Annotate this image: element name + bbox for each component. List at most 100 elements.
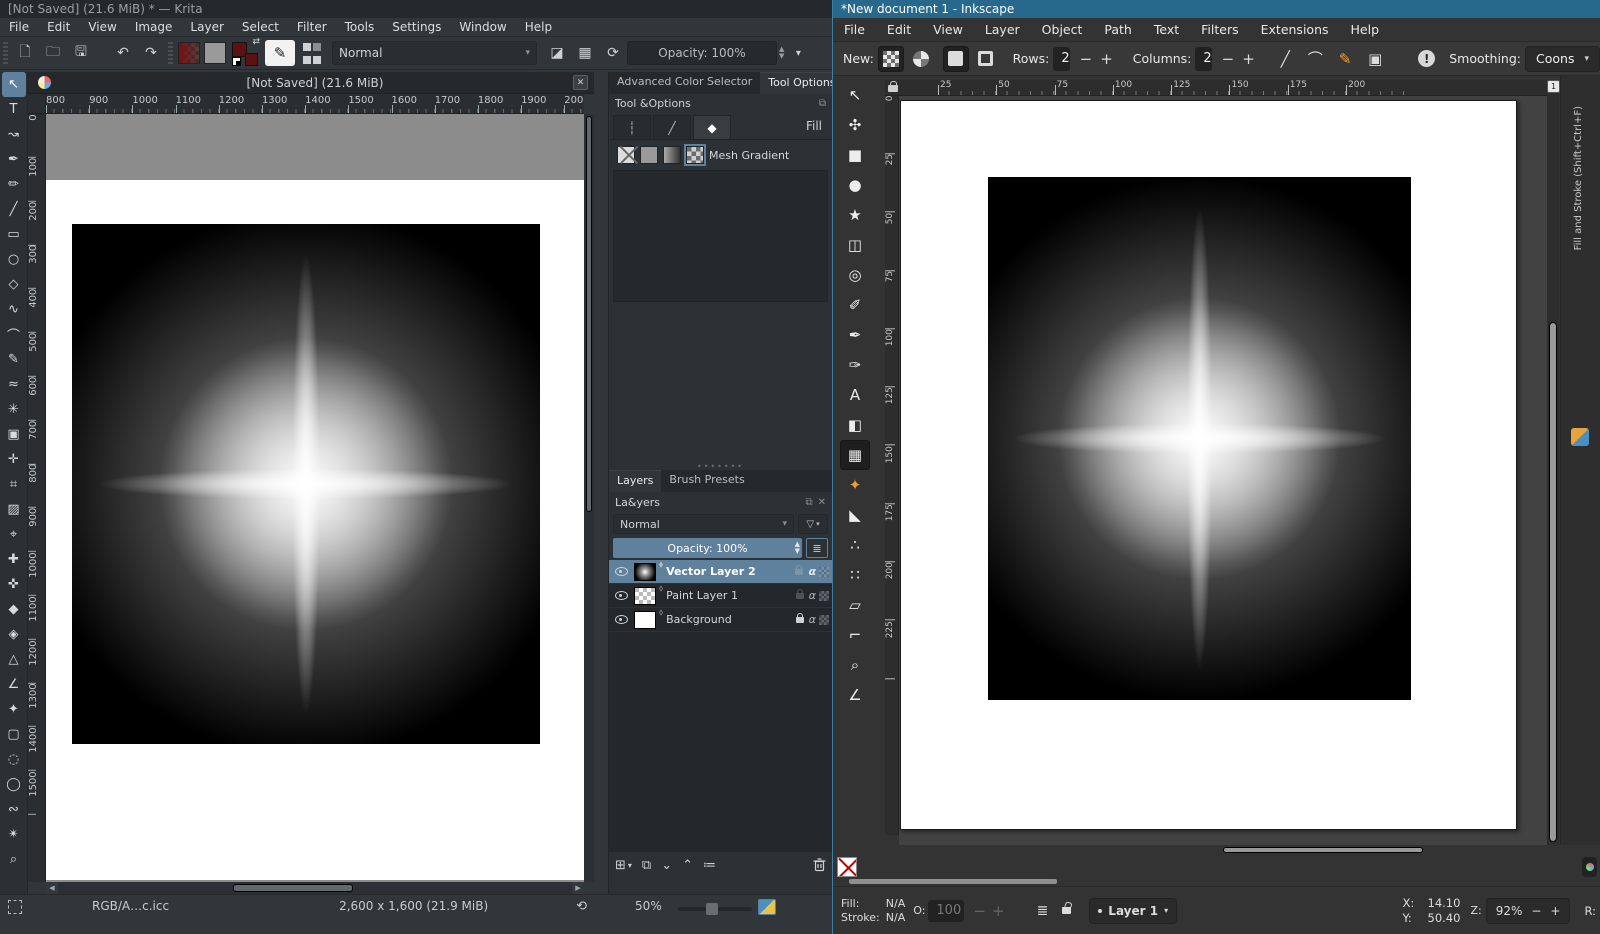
guide-lock-icon[interactable] (888, 85, 898, 92)
layer-row-vector-layer-2[interactable]: ⬧ Vector Layer 2 α (609, 560, 832, 584)
inkscape-box3d-tool[interactable]: ◫ (840, 230, 870, 260)
layer-alpha-lock-icon[interactable]: α (809, 613, 816, 626)
layer-thumbnail[interactable] (634, 563, 656, 581)
krita-zoom-tool[interactable]: ⌕ (2, 847, 26, 872)
inkscape-ellipse-tool[interactable]: ● (840, 170, 870, 200)
canvas-horizontal-scrollbar[interactable]: ◀ ▶ (46, 882, 584, 894)
fill-and-stroke-icon[interactable] (1571, 428, 1589, 446)
layer-thumbnail[interactable] (634, 587, 656, 605)
inkscape-rectangle-tool[interactable]: ■ (840, 140, 870, 170)
opacity-spinner[interactable]: ▲ ▼ (779, 46, 784, 60)
scrollbar-thumb[interactable] (233, 884, 353, 892)
smoothing-select[interactable]: Coons ▾ (1525, 46, 1600, 72)
add-layer-button[interactable]: ⊞▾ (615, 858, 632, 873)
krita-edit-shapes-tool[interactable]: ↝ (2, 122, 26, 147)
krita-measure-tool[interactable]: ∠ (2, 672, 26, 697)
brush-presets-button[interactable] (300, 41, 324, 65)
inkscape-paint-bucket-tool[interactable]: ◣ (840, 500, 870, 530)
krita-multibrush-tool[interactable]: ✳ (2, 397, 26, 422)
close-docker-icon[interactable]: ✕ (818, 497, 826, 508)
toolbar-grip[interactable] (3, 42, 8, 64)
inkscape-menu-file[interactable]: File (833, 22, 876, 37)
canvas-horizontal-scrollbar[interactable] (899, 845, 1547, 855)
layer-lock-icon[interactable] (1062, 907, 1071, 914)
inkscape-tweak-tool[interactable]: ∴ (840, 530, 870, 560)
rows-decrease-button[interactable]: − (1080, 50, 1093, 68)
make-curves-icon[interactable]: ⌒ (1302, 46, 1328, 72)
toggle-sides-icon[interactable]: ╱ (1272, 46, 1298, 72)
inherit-alpha-icon[interactable] (819, 567, 829, 577)
fit-mesh-icon[interactable]: ▣ (1362, 46, 1388, 72)
krita-menu-filter[interactable]: Filter (288, 20, 336, 34)
krita-transform-tool[interactable]: ▣ (2, 422, 26, 447)
mesh-gradient-image[interactable] (72, 224, 540, 744)
layer-visibility-eye-icon[interactable] (615, 567, 628, 576)
inkscape-pencil-tool[interactable]: ✐ (840, 290, 870, 320)
krita-text-tool[interactable]: T (2, 97, 26, 122)
tab-brush-presets[interactable]: Brush Presets (661, 470, 752, 492)
warning-icon[interactable]: ! (1418, 50, 1435, 67)
apply-to-fill-button[interactable] (943, 46, 969, 72)
krita-polygon-tool[interactable]: ◇ (2, 272, 26, 297)
mesh-gradient-type-button[interactable] (878, 46, 904, 72)
subtab-line-options-subtab[interactable]: ╱ (653, 115, 691, 139)
krita-fill-tool[interactable]: ◆ (2, 597, 26, 622)
duplicate-layer-button[interactable]: ⧉ (642, 858, 651, 873)
layer-opacity-slider[interactable]: Opacity: 100% ▲▼ (613, 538, 802, 558)
layer-name[interactable]: Paint Layer 1 (666, 589, 791, 602)
krita-similar-color-selection-tool[interactable]: ✴ (2, 822, 26, 847)
krita-bezier-curve-tool[interactable]: ⌒ (2, 322, 26, 347)
inkscape-calligraphy-tool[interactable]: ✑ (840, 350, 870, 380)
krita-crop-tool[interactable]: ⌗ (2, 472, 26, 497)
krita-reference-images-tool[interactable]: ✦ (2, 697, 26, 722)
tab-layers[interactable]: Layers (609, 470, 661, 492)
krita-rectangular-selection-tool[interactable]: ▢ (2, 722, 26, 747)
opacity-input[interactable]: 100 (928, 900, 964, 922)
krita-freehand-selection-tool[interactable]: ∾ (2, 797, 26, 822)
inkscape-spiral-tool[interactable]: ◎ (840, 260, 870, 290)
palette-none-swatch[interactable] (837, 857, 857, 877)
inkscape-menu-help[interactable]: Help (1340, 22, 1391, 37)
blending-mode-select[interactable]: Normal ▾ (332, 41, 537, 65)
krita-move-tool[interactable]: ✛ (2, 447, 26, 472)
layer-lock-icon[interactable] (796, 593, 804, 599)
save-button[interactable]: 🖫 (69, 41, 93, 65)
toolbar-grip[interactable] (168, 42, 173, 64)
inkscape-menu-layer[interactable]: Layer (974, 22, 1031, 37)
palette-scrollbar[interactable] (849, 879, 1057, 884)
float-docker-icon[interactable]: ⧉ (805, 497, 812, 508)
fill-mesh-gradient-button[interactable] (686, 146, 704, 164)
krita-line-tool[interactable]: ╱ (2, 197, 26, 222)
inkscape-node-tool[interactable]: ✣ (840, 110, 870, 140)
inkscape-zoom-tool[interactable]: ⌕ (840, 650, 870, 680)
ruler-corner-button[interactable]: 1 (1547, 80, 1560, 93)
krita-assistants-tool[interactable]: △ (2, 647, 26, 672)
current-layer-select[interactable]: Layer 1 ▾ (1089, 898, 1177, 924)
inherit-alpha-icon[interactable] (819, 591, 829, 601)
scroll-left-icon[interactable]: ◀ (46, 882, 58, 894)
inkscape-spray-tool[interactable]: ∷ (840, 560, 870, 590)
krita-elliptical-selection-tool[interactable]: ◌ (2, 747, 26, 772)
inkscape-menu-object[interactable]: Object (1031, 22, 1094, 37)
opacity-decrease-button[interactable]: − (973, 902, 986, 920)
canvas-only-mode-button[interactable] (758, 899, 776, 915)
memory-sync-icon[interactable]: ⟲ (576, 899, 587, 914)
fill-none-button[interactable] (617, 146, 635, 164)
krita-gradient-tool[interactable]: ▨ (2, 497, 26, 522)
inkscape-gradient-tool[interactable]: ◧ (840, 410, 870, 440)
foreground-background-colors[interactable]: ⇄ (232, 40, 258, 66)
krita-menu-settings[interactable]: Settings (383, 20, 450, 34)
inkscape-dropper-tool[interactable]: ✦ (840, 470, 870, 500)
pick-colors-dropper-icon[interactable]: ✎ (1332, 46, 1358, 72)
layer-visibility-eye-icon[interactable] (615, 591, 628, 600)
canvas-vertical-scrollbar[interactable] (584, 114, 594, 882)
palette-settings-button[interactable] (1582, 857, 1597, 877)
inkscape-selector-tool[interactable]: ↖ (840, 80, 870, 110)
zoom-decrease-button[interactable]: − (1531, 904, 1541, 918)
krita-colorize-mask-tool[interactable]: ✜ (2, 572, 26, 597)
scrollbar-thumb[interactable] (586, 116, 592, 512)
move-layer-up-button[interactable]: ⌃ (682, 858, 693, 873)
selection-mode-icon[interactable] (8, 900, 22, 914)
background-color-swatch[interactable] (245, 53, 258, 66)
toolbar-overflow-button[interactable]: ▾ (786, 41, 810, 65)
